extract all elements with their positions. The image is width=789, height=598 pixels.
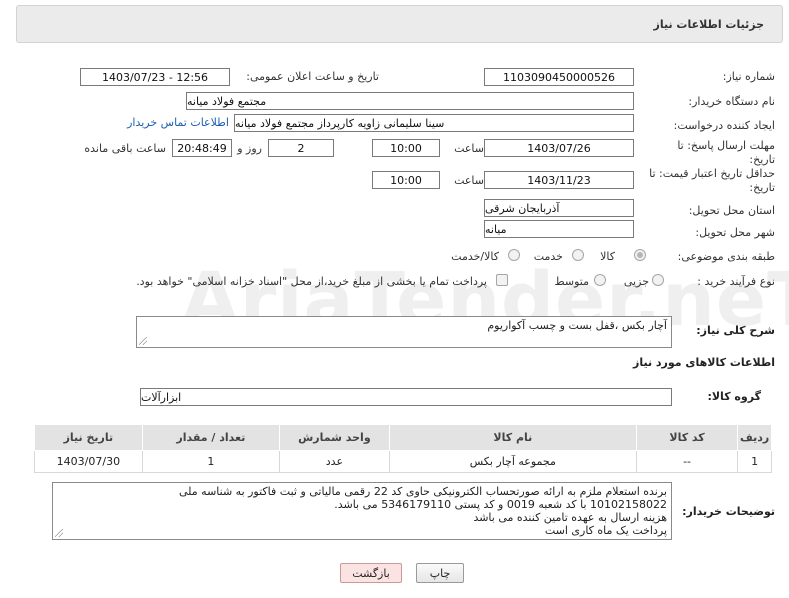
category-radio-service[interactable] xyxy=(572,249,584,261)
back-button[interactable]: بازگشت xyxy=(340,563,402,583)
validity-date-field[interactable]: 1403/11/23 xyxy=(484,171,634,189)
table-header-row: ردیف کد کالا نام کالا واحد شمارش تعداد /… xyxy=(34,424,772,451)
buyer-org-field[interactable]: مجتمع فولاد میانه xyxy=(186,92,634,110)
announce-field[interactable]: 1403/07/23 - 12:56 xyxy=(80,68,230,86)
category-label: طبقه بندی موضوعی: xyxy=(677,250,775,263)
treasury-note: پرداخت تمام یا بخشی از مبلغ خرید،از محل … xyxy=(136,275,487,288)
deadline-date-field[interactable]: 1403/07/26 xyxy=(484,139,634,157)
cell-code: -- xyxy=(635,450,739,473)
announce-label: تاریخ و ساعت اعلان عمومی: xyxy=(246,70,379,83)
buyer-org-label: نام دستگاه خریدار: xyxy=(688,95,775,108)
watermark: AriaTender.neT xyxy=(181,225,789,375)
cell-unit: عدد xyxy=(279,450,390,473)
goods-group-field[interactable]: ابزارآلات xyxy=(140,388,672,406)
city-label: شهر محل تحویل: xyxy=(695,226,775,239)
description-field[interactable]: آچار بکس ،قفل بست و چسب آکواریوم xyxy=(136,316,672,348)
category-radio-goods[interactable] xyxy=(634,249,646,261)
validity-time-field[interactable]: 10:00 xyxy=(372,171,440,189)
province-label: استان محل تحویل: xyxy=(688,204,775,217)
buyer-notes-line: هزینه ارسال به عهده تامین کننده می باشد xyxy=(473,511,667,524)
category-radio-goods-service[interactable] xyxy=(508,249,520,261)
buyer-notes-label: توضیحات خریدار: xyxy=(682,505,775,518)
table-row[interactable]: 1 -- مجموعه آچار بکس عدد 1 1403/07/30 xyxy=(34,450,772,473)
process-radio-medium[interactable] xyxy=(594,274,606,286)
col-header-name: نام کالا xyxy=(388,424,637,451)
buyer-notes-line: برنده استعلام ملزم به ارائه صورتحساب الک… xyxy=(178,485,667,498)
time-remaining-field[interactable]: 20:48:49 xyxy=(172,139,232,157)
city-field[interactable]: میانه xyxy=(484,220,634,238)
goods-section-title: اطلاعات کالاهای مورد نیاز xyxy=(633,356,775,369)
deadline-label: مهلت ارسال پاسخ: تا xyxy=(677,139,775,152)
category-option-goods-service: کالا/خدمت xyxy=(451,250,499,263)
print-button[interactable]: چاپ xyxy=(416,563,464,583)
contact-info-link[interactable]: اطلاعات تماس خریدار xyxy=(127,116,229,129)
buyer-notes-field[interactable]: برنده استعلام ملزم به ارائه صورتحساب الک… xyxy=(52,482,672,540)
buyer-notes-line: 10102158022 با کد شعبه 0019 و کد پستی 53… xyxy=(334,498,667,511)
goods-table: ردیف کد کالا نام کالا واحد شمارش تعداد /… xyxy=(34,424,772,473)
col-header-unit: واحد شمارش xyxy=(279,424,390,451)
need-number-field[interactable]: 1103090450000526 xyxy=(484,68,634,86)
cell-row: 1 xyxy=(737,450,772,473)
validity-time-label: ساعت xyxy=(454,174,484,187)
cell-quantity: 1 xyxy=(141,450,281,473)
category-option-goods: کالا xyxy=(600,250,615,263)
process-option-medium: متوسط xyxy=(554,275,589,288)
need-number-label: شماره نیاز: xyxy=(722,70,775,83)
resize-grip-icon[interactable] xyxy=(55,529,63,537)
deadline-label-date: تاریخ: xyxy=(749,153,775,166)
col-header-quantity: تعداد / مقدار xyxy=(141,424,281,451)
price-validity-label: حداقل تاریخ اعتبار قیمت: تا xyxy=(649,167,775,180)
deadline-time-field[interactable]: 10:00 xyxy=(372,139,440,157)
province-field[interactable]: آذربایجان شرقی xyxy=(484,199,634,217)
process-label: نوع فرآیند خرید : xyxy=(697,275,775,288)
days-label: روز و xyxy=(237,142,262,155)
col-header-code: کد کالا xyxy=(635,424,739,451)
creator-label: ایجاد کننده درخواست: xyxy=(673,119,775,132)
process-option-minor: جزیی xyxy=(623,275,649,288)
col-header-date: تاریخ نیاز xyxy=(34,424,143,451)
price-validity-label-date: تاریخ: xyxy=(749,181,775,194)
col-header-row: ردیف xyxy=(737,424,772,451)
description-text: آچار بکس ،قفل بست و چسب آکواریوم xyxy=(487,319,667,332)
buyer-notes-line: پرداخت یک ماه کاری است xyxy=(544,524,667,537)
page-title: جزئیات اطلاعات نیاز xyxy=(653,17,765,31)
time-remaining-label: ساعت باقی مانده xyxy=(84,142,166,155)
process-radio-minor[interactable] xyxy=(652,274,664,286)
deadline-time-label: ساعت xyxy=(454,142,484,155)
treasury-checkbox[interactable] xyxy=(496,274,508,286)
description-label: شرح کلی نیاز: xyxy=(696,324,775,337)
goods-group-label: گروه کالا: xyxy=(707,390,761,403)
category-option-service: خدمت xyxy=(533,250,563,263)
resize-grip-icon[interactable] xyxy=(139,337,147,345)
cell-name: مجموعه آچار بکس xyxy=(388,450,637,473)
days-remaining-field[interactable]: 2 xyxy=(268,139,334,157)
page-header: جزئیات اطلاعات نیاز xyxy=(16,5,783,43)
cell-date: 1403/07/30 xyxy=(34,450,143,473)
creator-field[interactable]: سینا سلیمانی زاویه کارپرداز مجتمع فولاد … xyxy=(234,114,634,132)
